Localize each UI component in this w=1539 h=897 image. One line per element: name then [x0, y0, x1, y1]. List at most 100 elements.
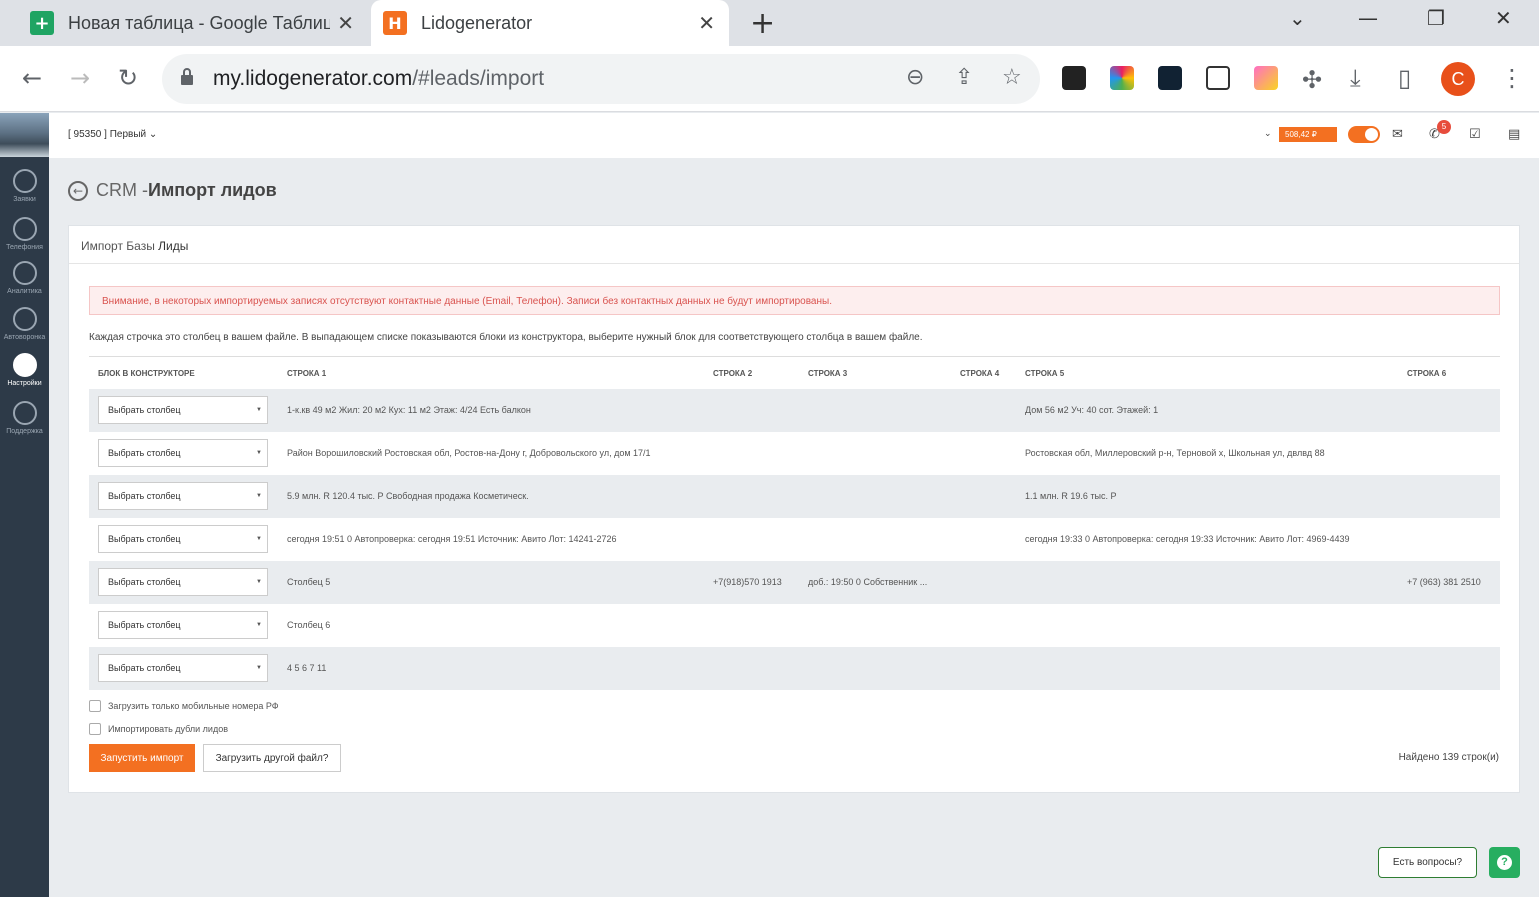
- question-icon: ?: [1497, 855, 1512, 870]
- dark-extension-icon[interactable]: [1158, 66, 1182, 90]
- tasks-icon[interactable]: ☑: [1469, 127, 1481, 142]
- card-header: Импорт Базы Лиды: [69, 226, 1519, 264]
- list-icon: [12, 169, 37, 193]
- status-toggle[interactable]: [1348, 126, 1380, 143]
- table-cell: +7 (963) 381 2510: [1407, 577, 1481, 587]
- import-card: Импорт Базы Лиды Внимание, в некоторых и…: [68, 225, 1520, 793]
- upload-other-file-button[interactable]: Загрузить другой файл?: [203, 744, 341, 772]
- table-cell: 4 5 6 7 11: [287, 663, 327, 673]
- minimize-button[interactable]: —: [1358, 6, 1378, 30]
- back-button[interactable]: ←: [22, 64, 42, 92]
- header-row-3: СТРОКА 3: [808, 369, 848, 378]
- bookmark-star-icon[interactable]: ☆: [1002, 65, 1022, 90]
- sidebar-item-label: Поддержка: [6, 428, 43, 435]
- balance-badge[interactable]: 508,42 ₽: [1279, 127, 1337, 142]
- close-window-button[interactable]: ✕: [1495, 6, 1512, 30]
- menu-kebab-icon[interactable]: ⋮: [1500, 64, 1524, 92]
- table-cell: Ростовская обл, Миллеровский р-н, Тернов…: [1025, 448, 1325, 458]
- color-extension-icon[interactable]: [1110, 66, 1134, 90]
- column-select[interactable]: Выбрать столбец ▼: [98, 439, 268, 467]
- sidebar-item-settings[interactable]: Настройки: [0, 353, 49, 387]
- owl-extension-icon[interactable]: [1206, 66, 1230, 90]
- app-topbar: [ 95350 ] Первый ⌄ ⌄ 508,42 ₽ ✉ ✆ 5 ☑ ▤: [49, 113, 1539, 158]
- chevron-down-icon: ▼: [256, 536, 262, 542]
- extensions-puzzle-icon[interactable]: ✣: [1302, 66, 1322, 94]
- sidebar-item-requests[interactable]: Заявки: [0, 169, 49, 203]
- chat-icon: [12, 401, 37, 425]
- questions-button[interactable]: Есть вопросы?: [1378, 847, 1477, 878]
- phone-icon: [12, 217, 37, 241]
- run-import-button[interactable]: Запустить импорт: [89, 744, 195, 772]
- profile-avatar[interactable]: С: [1441, 62, 1475, 96]
- back-circle-icon[interactable]: ←: [68, 180, 88, 201]
- help-button[interactable]: ?: [1489, 847, 1520, 878]
- column-select[interactable]: Выбрать столбец ▼: [98, 525, 268, 553]
- settings-icon: [12, 353, 37, 377]
- import-duplicates-checkbox[interactable]: Импортировать дубли лидов: [89, 723, 228, 735]
- table-row: Выбрать столбец ▼ 4 5 6 7 11: [89, 647, 1500, 690]
- close-tab-icon[interactable]: ✕: [337, 11, 354, 35]
- page-title: ← CRM - Импорт лидов: [68, 180, 277, 201]
- sidebar-item-label: Настройки: [7, 380, 42, 387]
- tab-search-icon[interactable]: ⌄: [1289, 6, 1306, 30]
- restore-button[interactable]: ❐: [1427, 6, 1445, 30]
- sidebar-item-analytics[interactable]: Аналитика: [0, 261, 49, 295]
- gradient-extension-icon[interactable]: [1254, 66, 1278, 90]
- table-header: БЛОК В КОНСТРУКТОРЕ СТРОКА 1 СТРОКА 2 СТ…: [89, 356, 1500, 389]
- header-block: БЛОК В КОНСТРУКТОРЕ: [98, 369, 195, 378]
- close-tab-icon[interactable]: ✕: [698, 11, 715, 35]
- forward-button[interactable]: →: [70, 64, 90, 92]
- chevron-down-icon[interactable]: ⌄: [1264, 128, 1272, 139]
- table-cell: сегодня 19:51 0 Автопроверка: сегодня 19…: [287, 534, 617, 544]
- browser-tab-bar: + Новая таблица - Google Таблиц ✕ H Lido…: [0, 0, 1539, 46]
- select-value: Выбрать столбец: [108, 534, 181, 544]
- column-select[interactable]: Выбрать столбец ▼: [98, 611, 268, 639]
- eyedropper-extension-icon[interactable]: [1062, 66, 1086, 90]
- table-cell: Столбец 6: [287, 620, 331, 630]
- table-cell: 1.1 млн. R 19.6 тыс. Р: [1025, 491, 1117, 501]
- header-row-4: СТРОКА 4: [960, 369, 1000, 378]
- table-row: Выбрать столбец ▼ Столбец 6: [89, 604, 1500, 647]
- chevron-down-icon: ▼: [256, 579, 262, 585]
- checkbox[interactable]: [89, 700, 101, 712]
- reload-button[interactable]: ↻: [118, 64, 138, 92]
- tab-lidogenerator[interactable]: H Lidogenerator ✕: [371, 0, 729, 46]
- chevron-down-icon: ▼: [256, 622, 262, 628]
- sidebar-item-autofunnel[interactable]: Автоворонка: [0, 307, 49, 341]
- sidebar-item-telephony[interactable]: Телефония: [0, 217, 49, 251]
- download-icon[interactable]: ⤓: [1350, 64, 1361, 92]
- zoom-icon[interactable]: ⊖: [906, 65, 924, 90]
- url-text: my.lidogenerator.com/#leads/import: [213, 67, 544, 91]
- sidepanel-icon[interactable]: ▯: [1398, 64, 1411, 92]
- url-host: my.lidogenerator.com: [213, 67, 413, 90]
- mobile-only-checkbox[interactable]: Загрузить только мобильные номера РФ: [89, 700, 279, 712]
- header-row-2: СТРОКА 2: [713, 369, 753, 378]
- table-cell: 1-к.кв 49 м2 Жил: 20 м2 Кух: 11 м2 Этаж:…: [287, 405, 531, 415]
- column-select[interactable]: Выбрать столбец ▼: [98, 654, 268, 682]
- mail-icon[interactable]: ✉: [1392, 127, 1403, 142]
- new-tab-button[interactable]: +: [750, 6, 775, 41]
- table-cell: сегодня 19:33 0 Автопроверка: сегодня 19…: [1025, 534, 1350, 544]
- checkbox[interactable]: [89, 723, 101, 735]
- address-bar[interactable]: my.lidogenerator.com/#leads/import ⊖ ⇪ ☆: [162, 54, 1040, 104]
- select-value: Выбрать столбец: [108, 491, 181, 501]
- app-sidebar: Заявки Телефония Аналитика Автоворонка Н…: [0, 113, 49, 897]
- table-cell: +7(918)570 1913: [713, 577, 782, 587]
- header-row-6: СТРОКА 6: [1407, 369, 1447, 378]
- column-select[interactable]: Выбрать столбец ▼: [98, 396, 268, 424]
- column-select[interactable]: Выбрать столбец ▼: [98, 482, 268, 510]
- column-select[interactable]: Выбрать столбец ▼: [98, 568, 268, 596]
- url-path: /#leads/import: [412, 67, 545, 90]
- analytics-icon: [12, 261, 37, 285]
- chevron-down-icon: ▼: [256, 407, 262, 413]
- tab-google-sheets[interactable]: + Новая таблица - Google Таблиц ✕: [18, 0, 368, 46]
- sidebar-item-label: Автоворонка: [3, 334, 46, 341]
- sidebar-item-support[interactable]: Поддержка: [0, 401, 49, 435]
- share-icon[interactable]: ⇪: [955, 65, 973, 90]
- user-photo[interactable]: [0, 113, 49, 157]
- mapping-table: БЛОК В КОНСТРУКТОРЕ СТРОКА 1 СТРОКА 2 СТ…: [89, 356, 1500, 690]
- table-row: Выбрать столбец ▼ 1-к.кв 49 м2 Жил: 20 м2 …: [89, 389, 1500, 432]
- document-icon[interactable]: ▤: [1508, 127, 1520, 142]
- account-selector[interactable]: [ 95350 ] Первый ⌄: [68, 129, 157, 140]
- breadcrumb[interactable]: CRM -: [96, 180, 148, 201]
